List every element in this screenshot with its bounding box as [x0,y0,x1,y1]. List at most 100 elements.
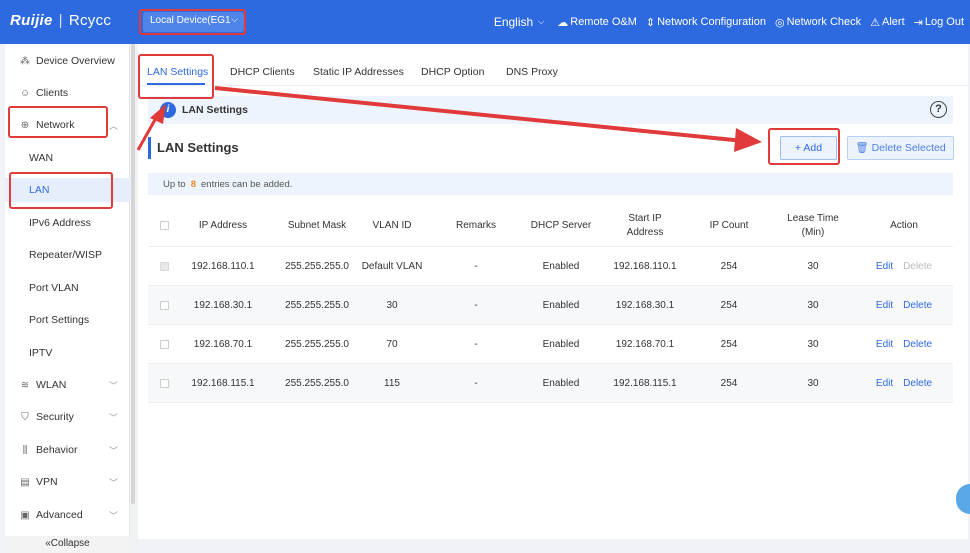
entry-limit-count: 8 [190,179,197,190]
sidebar-item-wan[interactable]: WAN [5,146,130,170]
cell-dhcp-server: Enabled [542,338,580,350]
row-checkbox [154,247,174,285]
edit-link[interactable]: Edit [876,378,893,389]
header-action: Action [890,219,918,231]
sidebar-item-port-settings[interactable]: Port Settings [5,308,130,332]
select-all-checkbox[interactable] [154,205,174,246]
cell-dhcp-server: Enabled [542,299,580,311]
chevron-down-icon: ⌵ [538,17,545,26]
header-ip-address: IP Address [198,219,248,231]
edit-link[interactable]: Edit [876,261,893,272]
entry-limit-notice: Up to 8 entries can be added. [148,173,953,195]
sidebar-item-security[interactable]: ⛉ Security ﹀ [5,405,130,429]
cloud-icon: ☁ [557,16,569,29]
row-checkbox[interactable] [154,325,174,363]
alert-link[interactable]: ⚠ Alert [870,15,905,29]
sidebar-item-ipv6-address[interactable]: IPv6 Address [5,211,130,235]
cell-lease-time: 30 [807,260,819,272]
cell-ip-address: 192.168.110.1 [191,260,255,272]
section-title: LAN Settings [148,137,239,159]
cell-lease-time: 30 [807,299,819,311]
cell-dhcp-server: Enabled [542,260,580,272]
header-lease-time: Lease Time (Min) [787,212,839,238]
sidebar-item-vpn[interactable]: ▤ VPN ﹀ [5,470,130,494]
network-check-icon: ◎ [774,16,785,29]
chevron-down-icon: ﹀ [108,412,118,423]
row-checkbox[interactable] [154,286,174,324]
chevron-down-icon: ﹀ [108,510,118,521]
cell-ip-address: 192.168.70.1 [193,338,253,350]
top-nav: English ⌵ ☁ Remote O&M ⇕ Network Configurat… [494,15,964,29]
annotation-box-add-button [768,128,840,165]
remote-om-link[interactable]: ☁ Remote O&M [557,15,637,29]
cell-start-ip: 192.168.110.1 [613,260,677,272]
info-icon: i [160,102,176,118]
help-icon[interactable]: ? [930,101,947,118]
clients-icon: ☺ [19,87,31,99]
annotation-box-lan-settings-tab [138,54,214,99]
edit-link[interactable]: Edit [876,300,893,311]
language-select[interactable]: English ⌵ [494,15,544,29]
shield-icon: ⛉ [21,411,29,423]
logout-link[interactable]: ⇥ Log Out [914,15,964,29]
sidebar-item-repeater-wisp[interactable]: Repeater/WISP [5,243,130,267]
cell-ip-count: 254 [720,377,738,389]
delete-link[interactable]: Delete [903,300,932,311]
cell-start-ip: 192.168.30.1 [615,299,675,311]
wifi-icon: ≋ [20,379,30,391]
network-config-icon: ⇕ [645,16,656,29]
tab-bar: LAN Settings DHCP Clients Static IP Addr… [138,44,968,86]
sidebar-item-advanced[interactable]: ▣ Advanced ﹀ [5,503,130,527]
logout-icon: ⇥ [913,16,923,29]
network-check-link[interactable]: ◎ Network Check [775,15,861,29]
cell-ip-count: 254 [720,338,738,350]
row-checkbox[interactable] [154,364,174,402]
cell-start-ip: 192.168.70.1 [615,338,675,350]
header-start-ip-address: Start IP Address [626,212,664,238]
tab-static-ip-addresses[interactable]: Static IP Addresses [313,66,404,78]
alert-icon: ⚠ [870,16,881,29]
annotation-box-device-select [139,9,246,35]
vpn-icon: ▤ [20,476,30,488]
tab-dhcp-option[interactable]: DHCP Option [421,66,484,78]
delete-selected-button[interactable]: 🗑︎ Delete Selected [847,136,954,160]
tab-dns-proxy[interactable]: DNS Proxy [506,66,558,78]
cell-ip-address: 192.168.30.1 [193,299,253,311]
header-remarks: Remarks [455,219,496,231]
table-header: IP Address Subnet Mask VLAN ID Remarks D… [148,205,953,247]
sidebar-item-port-vlan[interactable]: Port VLAN [5,276,130,300]
cell-action: Edit Delete [864,364,944,402]
cell-ip-count: 254 [720,299,738,311]
network-configuration-link[interactable]: ⇕ Network Configuration [646,15,766,29]
table-row: 192.168.30.1 255.255.255.0 30 - Enabled … [148,286,953,325]
cell-remarks: - [474,299,478,311]
cell-subnet-mask: 255.255.255.0 [285,260,349,272]
header-vlan-id: VLAN ID [372,219,412,231]
cell-vlan-id: Default VLAN [361,260,423,272]
brand-logo: Ruijie | Rcycc [10,12,112,29]
sidebar-item-iptv[interactable]: IPTV [5,341,130,365]
cell-vlan-id: 115 [384,377,400,389]
annotation-box-lan [9,172,113,209]
cell-subnet-mask: 255.255.255.0 [285,299,349,311]
main-panel: LAN Settings DHCP Clients Static IP Addr… [138,44,968,539]
table-row: 192.168.115.1 255.255.255.0 115 - Enable… [148,364,953,403]
sidebar-item-clients[interactable]: ☺ Clients [5,81,130,105]
chevron-up-icon: ︿ [108,120,118,131]
info-bar: i LAN Settings ? [148,96,953,124]
tab-dhcp-clients[interactable]: DHCP Clients [230,66,295,78]
delete-link[interactable]: Delete [903,339,932,350]
cell-vlan-id: 70 [386,338,398,350]
sidebar-scrollbar[interactable] [131,44,135,504]
chevron-down-icon: ﹀ [108,445,118,456]
cell-vlan-id: 30 [386,299,398,311]
delete-link[interactable]: Delete [903,378,932,389]
collapse-button[interactable]: «Collapse [5,536,130,553]
header-subnet-mask: Subnet Mask [287,219,347,231]
cell-ip-address: 192.168.115.1 [191,377,255,389]
sidebar-item-behavior[interactable]: ⫼ Behavior ﹀ [5,438,130,462]
edit-link[interactable]: Edit [876,339,893,350]
sidebar-item-wlan[interactable]: ≋ WLAN ﹀ [5,373,130,397]
sidebar-item-device-overview[interactable]: ⁂ Device Overview [5,49,130,73]
cell-remarks: - [474,377,478,389]
